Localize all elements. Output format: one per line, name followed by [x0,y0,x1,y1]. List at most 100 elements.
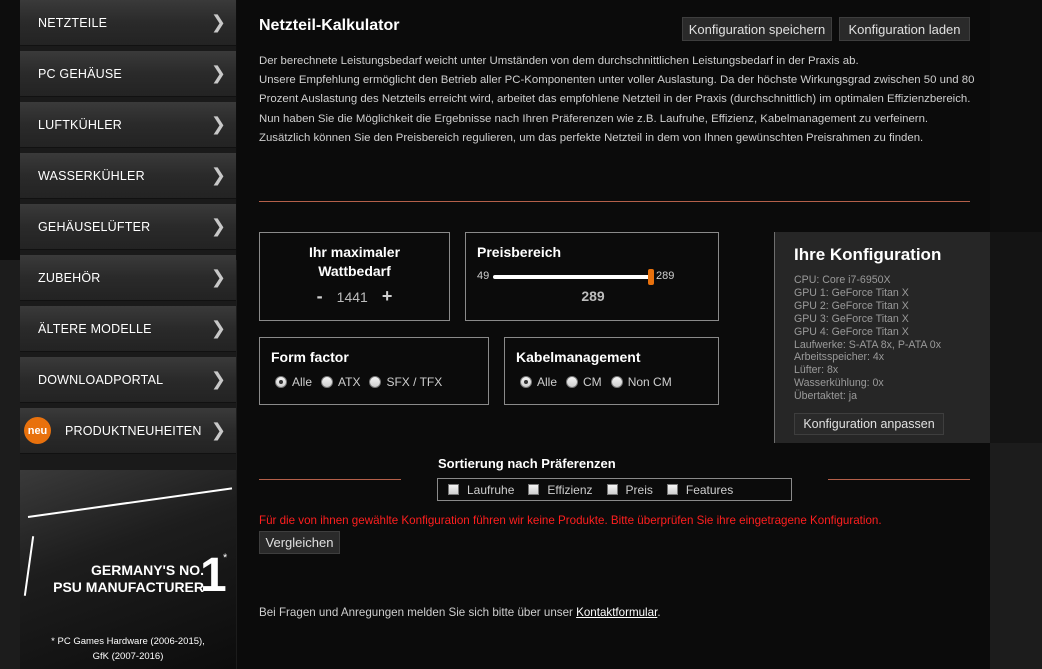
sidebar-item-label: DOWNLOADPORTAL [38,372,164,387]
config-line: GPU 4: GeForce Titan X [794,325,909,338]
config-line: Übertaktet: ja [794,390,858,403]
config-title: Ihre Konfiguration [794,245,942,264]
adjust-config-button[interactable]: Konfiguration anpassen [794,413,944,435]
footer-end: . [657,606,661,619]
increase-watt-button[interactable]: + [382,286,393,307]
sort-checkbox-effizienz[interactable] [528,484,540,495]
contact-form-link[interactable]: Kontaktformular [576,606,657,619]
watt-value: 1441 [336,288,368,305]
divider [828,479,970,480]
form-factor-title: Form factor [271,349,349,365]
cable-radio-alle[interactable] [520,376,532,388]
config-line: Lüfter: 8x [794,364,839,377]
config-panel-shadow [990,232,1042,443]
form-factor-radio-sfx[interactable] [369,376,382,388]
main-content: Netzteil-Kalkulator Konfiguration speich… [237,0,990,669]
sidebar-item-label: ÄLTERE MODELLE [38,321,152,336]
chevron-right-icon: ❯ [210,318,226,338]
chevron-right-icon: ❯ [210,114,226,134]
sidebar-item-zubehoer[interactable]: ZUBEHÖR ❯ [20,255,236,301]
form-factor-options: Alle ATX SFX / TFX [275,375,451,389]
sidebar-item-pc-gehaeuse[interactable]: PC GEHÄUSE ❯ [20,51,236,97]
decrease-watt-button[interactable]: - [317,286,323,307]
radio-label: Alle [292,375,313,389]
watt-title-line1: Ihr maximaler [308,244,401,260]
watt-stepper: - 1441 + [260,286,449,307]
new-badge: neu [24,417,51,444]
config-line: GPU 2: GeForce Titan X [794,299,909,312]
promo-headline: GERMANY'S NO. PSU MANUFACTURER [44,562,204,596]
price-min: 49 [477,270,490,282]
price-box: Preisbereich 49 289 289 [465,232,719,321]
save-config-button[interactable]: Konfiguration speichern [682,17,832,41]
sidebar-item-label: LUFTKÜHLER [38,117,122,132]
radio-label: SFX / TFX [386,375,443,389]
sort-checkbox-laufruhe[interactable] [448,484,459,495]
watt-box: Ihr maximaler Wattbedarf - 1441 + [259,232,450,321]
checkbox-label: Preis [625,482,653,497]
radio-label: Non CM [627,375,672,389]
promo-footnote-line2: GfK (2007-2016) [92,651,164,662]
sidebar: NETZTEILE ❯ PC GEHÄUSE ❯ LUFTKÜHLER ❯ WA… [20,0,236,669]
sidebar-item-wasserkuehler[interactable]: WASSERKÜHLER ❯ [20,153,236,199]
chevron-right-icon: ❯ [210,165,226,185]
promo-banner[interactable]: GERMANY'S NO. PSU MANUFACTURER 1 * * PC … [20,470,236,669]
config-panel: Ihre Konfiguration CPU: Core i7-6950X GP… [774,232,990,443]
sidebar-item-label: WASSERKÜHLER [38,168,145,183]
promo-star: * [223,552,228,564]
intro-paragraph: Der berechnete Leistungsbedarf weicht un… [259,55,859,67]
divider [259,479,401,480]
sidebar-item-luftkuehler[interactable]: LUFTKÜHLER ❯ [20,102,236,148]
sort-checkbox-features[interactable] [666,484,678,495]
form-factor-radio-alle[interactable] [275,376,287,388]
form-factor-box: Form factor Alle ATX SFX / TFX [259,337,489,405]
load-config-button[interactable]: Konfiguration laden [839,17,970,41]
sidebar-item-label: GEHÄUSELÜFTER [38,219,151,234]
cable-management-options: Alle CM Non CM [520,375,681,389]
price-slider-thumb[interactable] [648,269,654,285]
intro-paragraph: Nun haben Sie die Möglichkeit die Ergebn… [259,112,929,144]
watt-title: Ihr maximaler Wattbedarf [260,243,449,281]
config-line: GPU 3: GeForce Titan X [794,312,909,325]
compare-button[interactable]: Vergleichen [259,531,340,554]
promo-footnote: * PC Games Hardware (2006-2015), GfK (20… [20,634,236,664]
sidebar-item-netzteile[interactable]: NETZTEILE ❯ [20,0,236,46]
promo-decor-line [23,536,35,596]
sidebar-item-label: NETZTEILE [38,15,108,30]
price-slider-track[interactable] [493,275,653,279]
cable-radio-cm[interactable] [566,376,579,388]
sidebar-item-label: ZUBEHÖR [38,270,101,285]
promo-line2: PSU MANUFACTURER [53,579,204,595]
intro-paragraph: Unsere Empfehlung ermöglicht den Betrieb… [259,74,975,106]
promo-line1: GERMANY'S NO. [90,562,204,578]
chevron-right-icon: ❯ [210,63,226,83]
radio-label: CM [583,375,602,389]
sidebar-item-produktneuheiten[interactable]: neu PRODUKTNEUHEITEN ❯ [20,408,236,454]
footer-text: Bei Fragen und Anregungen melden Sie sic… [259,606,577,619]
cable-radio-non-cm[interactable] [610,376,623,388]
checkbox-label: Effizienz [547,482,593,497]
chevron-right-icon: ❯ [210,420,226,440]
cable-management-box: Kabelmanagement Alle CM Non CM [504,337,719,405]
sidebar-item-downloadportal[interactable]: DOWNLOADPORTAL ❯ [20,357,236,403]
radio-label: ATX [338,375,361,389]
price-title: Preisbereich [477,244,562,260]
form-factor-radio-atx[interactable] [321,376,334,388]
config-line: Arbeitsspeicher: 4x [794,351,885,364]
sort-checkbox-preis[interactable] [606,484,618,495]
config-list: CPU: Core i7-6950X GPU 1: GeForce Titan … [794,274,984,403]
sidebar-item-aeltere-modelle[interactable]: ÄLTERE MODELLE ❯ [20,306,236,352]
sort-title: Sortierung nach Präferenzen [438,456,616,471]
divider [259,201,970,202]
chevron-right-icon: ❯ [210,216,226,236]
page-title: Netzteil-Kalkulator [259,17,400,34]
price-max: 289 [656,270,675,282]
config-line: Laufwerke: S-ATA 8x, P-ATA 0x [794,338,941,351]
config-line: Wasserkühlung: 0x [794,377,884,390]
sidebar-item-gehaeuseluefter[interactable]: GEHÄUSELÜFTER ❯ [20,204,236,250]
watt-title-line2: Wattbedarf [318,263,391,279]
checkbox-label: Laufruhe [467,482,515,497]
cable-management-title: Kabelmanagement [516,349,641,365]
config-line: CPU: Core i7-6950X [794,274,891,286]
checkbox-label: Features [685,482,734,497]
